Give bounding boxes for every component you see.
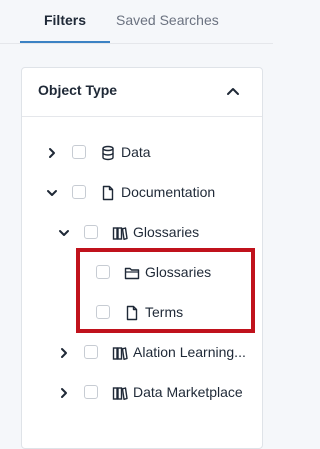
tab-filters[interactable]: Filters [20,0,110,44]
panel-title: Object Type [38,82,118,98]
chevron-right-icon[interactable] [56,345,72,361]
chevron-down-icon[interactable] [44,185,60,201]
checkbox-glossaries[interactable] [84,225,98,239]
tree-row-data-marketplace: Data Marketplace [52,380,252,406]
checkbox-documentation[interactable] [72,185,86,199]
tab-bar: Filters Saved Searches [0,0,273,44]
database-icon [102,145,114,161]
books-icon [112,387,128,400]
tab-filters-label: Filters [43,12,86,28]
tab-saved-searches[interactable]: Saved Searches [116,0,236,44]
tree-label-glossaries[interactable]: Glossaries [133,224,199,240]
books-icon [112,227,128,240]
tree-label-data-marketplace[interactable]: Data Marketplace [133,384,243,400]
checkbox-alation-learning[interactable] [84,345,98,359]
books-icon [112,347,128,360]
chevron-down-icon[interactable] [56,225,72,241]
checkbox-data-marketplace[interactable] [84,385,98,399]
tab-divider [0,43,273,44]
tab-saved-searches-label: Saved Searches [116,12,219,28]
tree-row-alation-learning: Alation Learning... [52,340,252,366]
tree-label-data[interactable]: Data [121,144,151,160]
chevron-right-icon[interactable] [56,385,72,401]
highlight-box [76,248,255,333]
chevron-right-icon[interactable] [44,145,60,161]
chevron-up-icon[interactable] [225,84,241,100]
tree-label-alation-learning[interactable]: Alation Learning... [133,344,246,360]
panel-header[interactable]: Object Type [22,68,262,117]
document-icon [102,185,114,201]
tree-row-glossaries: Glossaries [52,220,252,246]
tree-row-documentation: Documentation [40,180,250,206]
tree-label-documentation[interactable]: Documentation [121,184,215,200]
checkbox-data[interactable] [72,145,86,159]
tree-row-data: Data [40,140,240,166]
